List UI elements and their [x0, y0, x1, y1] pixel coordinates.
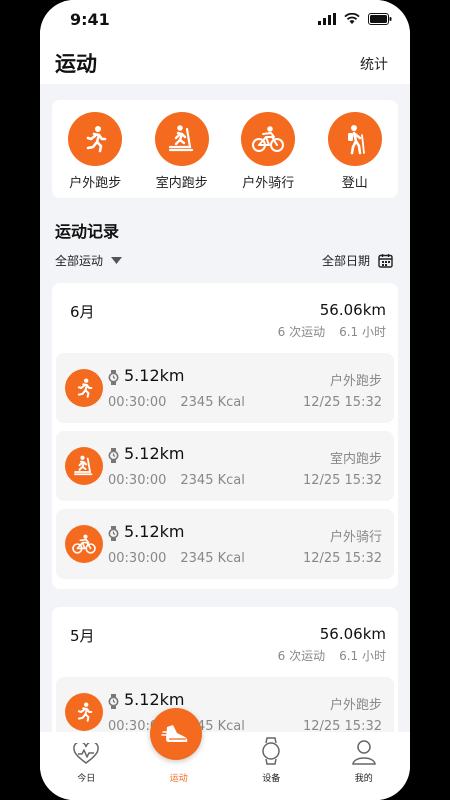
workout-record[interactable]: 5.12km 00:30:00 2345 Kcal 户外跑步 12/25 15:… — [56, 353, 394, 423]
treadmill-icon — [65, 447, 103, 485]
cycling-icon — [65, 525, 103, 563]
sport-type-cycling[interactable]: 户外骑行 — [228, 112, 308, 198]
month-distance: 56.06km — [319, 625, 386, 643]
record-type: 户外跑步 — [329, 374, 382, 389]
record-duration: 00:30:00 — [108, 551, 167, 566]
workout-record[interactable]: 5.12km 00:30:00 2345 Kcal 户外骑行 12/25 15:… — [56, 509, 394, 579]
status-bar: 9:41 — [40, 0, 410, 40]
record-kcal: 2345 Kcal — [180, 395, 245, 410]
stats-button[interactable]: 统计 — [360, 54, 388, 74]
watch-icon — [108, 370, 119, 385]
record-type: 户外跑步 — [329, 698, 382, 713]
month-label: 6月 — [70, 303, 95, 321]
tab-label: 运动 — [169, 774, 188, 784]
record-distance: 5.12km — [124, 444, 185, 463]
record-type: 户外骑行 — [329, 530, 382, 545]
sport-type-hiking[interactable]: 登山 — [315, 112, 395, 198]
record-date: 12/25 15:32 — [302, 473, 382, 488]
sport-type-treadmill[interactable]: 室内跑步 — [142, 112, 222, 198]
heart-icon — [73, 743, 100, 764]
shoe-icon — [161, 725, 188, 742]
person-icon — [351, 740, 376, 765]
record-distance: 5.12km — [124, 690, 185, 709]
record-type: 室内跑步 — [329, 452, 382, 467]
record-meta: 00:30:00 2345 Kcal — [108, 395, 245, 410]
page-title: 运动 — [55, 52, 97, 76]
tab-label: 今日 — [77, 774, 96, 784]
watch-icon — [108, 448, 119, 463]
watch-icon — [108, 526, 119, 541]
records-title: 运动记录 — [55, 222, 120, 241]
tab-today[interactable]: 今日 — [51, 743, 121, 784]
sport-type-label: 登山 — [341, 176, 368, 191]
start-workout-button[interactable] — [150, 708, 202, 760]
cycling-icon — [241, 112, 296, 166]
tab-profile[interactable]: 我的 — [329, 739, 399, 784]
watch-icon — [262, 737, 280, 765]
status-icons — [318, 13, 392, 25]
treadmill-icon — [154, 112, 209, 166]
page-header: 运动 统计 — [40, 40, 410, 84]
month-count: 6 次运动 — [277, 325, 326, 339]
month-label: 5月 — [70, 627, 95, 645]
signal-icon — [318, 13, 336, 25]
watch-icon — [108, 694, 119, 709]
record-kcal: 2345 Kcal — [180, 551, 245, 566]
sport-type-label: 户外跑步 — [69, 176, 122, 191]
month-count: 6 次运动 — [277, 649, 326, 663]
sport-filter-dropdown[interactable]: 全部运动 — [55, 252, 123, 269]
tab-label: 设备 — [262, 774, 281, 784]
sport-type-outdoor-run[interactable]: 户外跑步 — [55, 112, 135, 198]
bottom-tab-bar: 今日 运动 设备 我的 — [40, 732, 410, 800]
record-meta: 00:30:00 2345 Kcal — [108, 473, 245, 488]
month-summary: 6 次运动 6.1 小时 — [278, 647, 386, 664]
calendar-icon — [378, 254, 393, 268]
month-summary: 6 次运动 6.1 小时 — [278, 323, 386, 340]
month-distance: 56.06km — [319, 301, 386, 319]
record-duration: 00:30:00 — [108, 395, 167, 410]
record-kcal: 2345 Kcal — [180, 473, 245, 488]
date-filter-label: 全部日期 — [321, 254, 370, 268]
outdoor-run-icon — [68, 112, 123, 166]
record-distance: 5.12km — [124, 366, 185, 385]
month-card: 6月 56.06km 6 次运动 6.1 小时 5.12km 00:30:00 … — [52, 283, 398, 589]
hiking-icon — [327, 112, 382, 166]
record-meta: 00:30:00 2345 Kcal — [108, 551, 245, 566]
sport-type-label: 户外骑行 — [242, 176, 295, 191]
outdoor-run-icon — [65, 369, 103, 407]
record-duration: 00:30:00 — [108, 473, 167, 488]
tab-device[interactable]: 设备 — [236, 737, 306, 784]
outdoor-run-icon — [65, 693, 103, 731]
record-date: 12/25 15:32 — [302, 395, 382, 410]
tab-label: 我的 — [354, 774, 373, 784]
sport-type-panel: 户外跑步 室内跑步 户外骑行 登山 — [52, 100, 398, 198]
status-time: 9:41 — [70, 10, 110, 29]
workout-record[interactable]: 5.12km 00:30:00 2345 Kcal 室内跑步 12/25 15:… — [56, 431, 394, 501]
wifi-icon — [344, 13, 360, 24]
dropdown-arrow-icon — [111, 256, 123, 264]
record-date: 12/25 15:32 — [302, 551, 382, 566]
battery-icon — [368, 13, 392, 25]
record-distance: 5.12km — [124, 522, 185, 541]
phone-screen: 9:41 运动 统计 户外跑步 室内跑步 户外骑行 登山 运动记录 全部运动 全… — [40, 0, 410, 800]
month-hours: 6.1 小时 — [339, 649, 386, 663]
sport-filter-label: 全部运动 — [55, 254, 104, 268]
date-filter[interactable]: 全部日期 — [322, 252, 393, 269]
month-hours: 6.1 小时 — [339, 325, 386, 339]
sport-type-label: 室内跑步 — [155, 176, 208, 191]
